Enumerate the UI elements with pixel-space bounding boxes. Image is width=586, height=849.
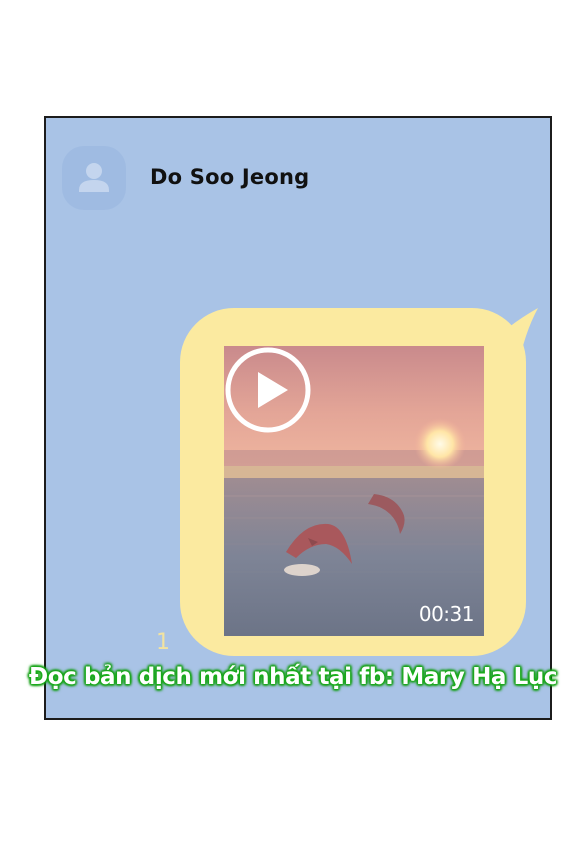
video-thumbnail[interactable]: 00:31	[224, 346, 484, 636]
message-bubble[interactable]: 00:31	[180, 308, 542, 656]
unread-count: 1	[156, 630, 170, 655]
play-icon[interactable]	[224, 346, 312, 434]
bubble-tail	[484, 308, 538, 368]
person-silhouette-icon	[79, 163, 109, 192]
chat-panel: Do Soo Jeong 00:31 1	[44, 116, 552, 720]
watermark-text: Đọc bản dịch mới nhất tại fb: Mary Hạ Lụ…	[28, 664, 558, 690]
sender-name: Do Soo Jeong	[150, 165, 310, 189]
avatar[interactable]	[62, 146, 126, 210]
video-duration: 00:31	[418, 602, 475, 626]
